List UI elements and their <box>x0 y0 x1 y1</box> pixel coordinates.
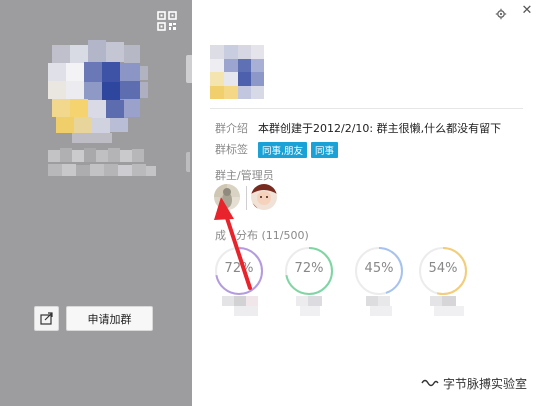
pulse-logo-icon <box>421 379 439 387</box>
annotation-arrow <box>214 197 252 290</box>
watermark: 字节脉搏实验室 <box>421 372 541 394</box>
watermark-text: 字节脉搏实验室 <box>443 376 528 391</box>
